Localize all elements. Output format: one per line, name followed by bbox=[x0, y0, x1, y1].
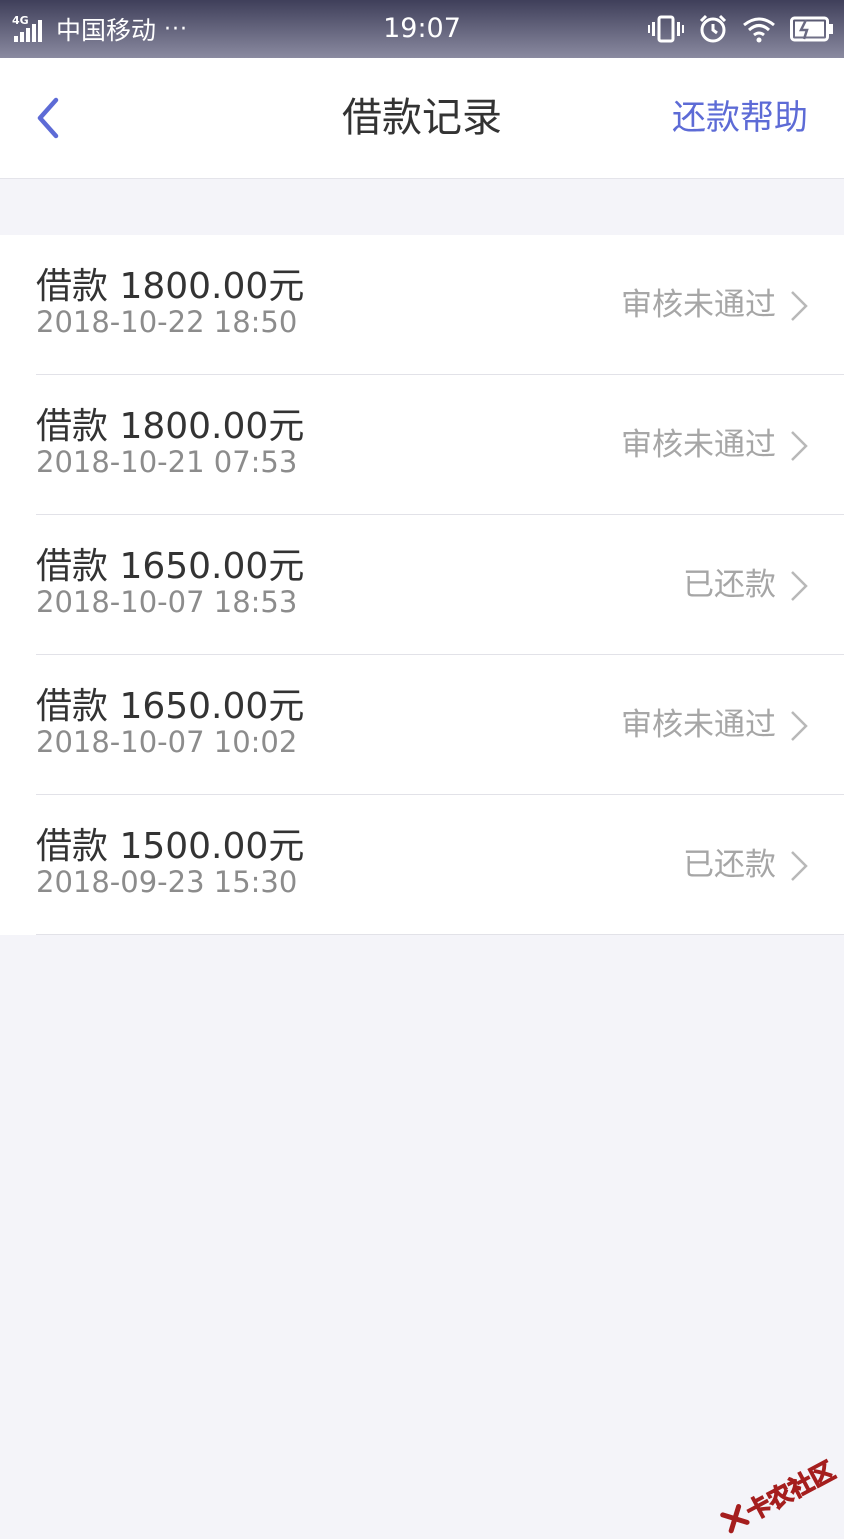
loan-record-row[interactable]: 借款 1500.00元 2018-09-23 15:30 已还款 bbox=[0, 795, 844, 935]
status-right bbox=[648, 0, 834, 58]
chevron-right-icon bbox=[791, 431, 808, 461]
loan-date: 2018-10-07 10:02 bbox=[36, 725, 298, 759]
chevron-right-icon bbox=[791, 291, 808, 321]
battery-icon bbox=[790, 16, 833, 42]
watermark: 卡农社区 bbox=[716, 1451, 840, 1539]
loan-status: 已还款 bbox=[683, 847, 776, 883]
loan-record-list: 借款 1800.00元 2018-10-22 18:50 审核未通过 借款 18… bbox=[0, 235, 844, 935]
vibrate-icon bbox=[648, 15, 684, 43]
loan-amount: 借款 1650.00元 bbox=[36, 546, 305, 587]
loan-record-row[interactable]: 借款 1800.00元 2018-10-21 07:53 审核未通过 bbox=[0, 375, 844, 515]
chevron-right-icon bbox=[791, 571, 808, 601]
loan-status: 已还款 bbox=[683, 567, 776, 603]
status-bar: 4G 中国移动 ··· 19:07 bbox=[0, 0, 844, 58]
loan-date: 2018-09-23 15:30 bbox=[36, 865, 298, 899]
loan-date: 2018-10-07 18:53 bbox=[36, 585, 298, 619]
loan-record-row[interactable]: 借款 1650.00元 2018-10-07 18:53 已还款 bbox=[0, 515, 844, 655]
loan-amount: 借款 1800.00元 bbox=[36, 266, 305, 307]
loan-amount: 借款 1500.00元 bbox=[36, 826, 305, 867]
nav-bar: 借款记录 还款帮助 bbox=[0, 58, 844, 179]
wifi-icon bbox=[743, 17, 775, 43]
loan-date: 2018-10-22 18:50 bbox=[36, 305, 298, 339]
loan-date: 2018-10-21 07:53 bbox=[36, 445, 298, 479]
loan-record-row[interactable]: 借款 1800.00元 2018-10-22 18:50 审核未通过 bbox=[0, 235, 844, 375]
loan-amount: 借款 1800.00元 bbox=[36, 406, 305, 447]
row-divider bbox=[36, 934, 844, 935]
loan-record-row[interactable]: 借款 1650.00元 2018-10-07 10:02 审核未通过 bbox=[0, 655, 844, 795]
repayment-help-link[interactable]: 还款帮助 bbox=[672, 58, 808, 178]
alarm-icon bbox=[699, 14, 727, 43]
loan-amount: 借款 1650.00元 bbox=[36, 686, 305, 727]
loan-status: 审核未通过 bbox=[621, 287, 776, 323]
loan-status: 审核未通过 bbox=[621, 707, 776, 743]
chevron-right-icon bbox=[791, 711, 808, 741]
watermark-text: 卡农社区 bbox=[741, 1456, 840, 1527]
chevron-right-icon bbox=[791, 851, 808, 881]
loan-status: 审核未通过 bbox=[621, 427, 776, 463]
